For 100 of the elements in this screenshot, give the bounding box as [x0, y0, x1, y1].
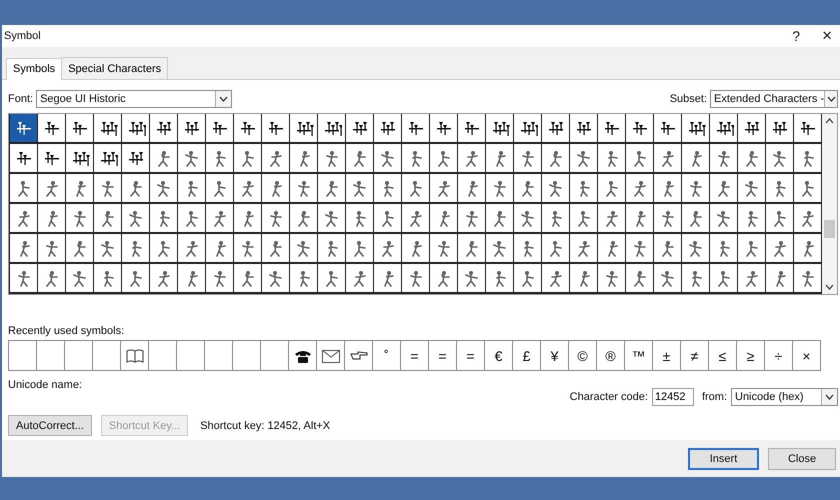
symbol-cell[interactable] [346, 174, 374, 204]
symbol-cell[interactable] [542, 144, 570, 174]
symbol-cell[interactable] [794, 264, 822, 294]
symbol-cell[interactable] [458, 234, 486, 264]
symbol-cell[interactable] [794, 174, 822, 204]
symbol-cell[interactable] [318, 144, 346, 174]
symbol-cell[interactable] [206, 144, 234, 174]
symbol-cell[interactable] [486, 114, 514, 144]
symbol-cell[interactable] [682, 204, 710, 234]
symbol-cell[interactable] [570, 144, 598, 174]
symbol-cell[interactable] [122, 264, 150, 294]
symbol-cell[interactable] [66, 114, 94, 144]
symbol-cell[interactable] [514, 204, 542, 234]
symbol-cell[interactable] [738, 204, 766, 234]
symbol-cell[interactable] [290, 174, 318, 204]
symbol-cell[interactable] [710, 174, 738, 204]
symbol-cell[interactable] [94, 144, 122, 174]
symbol-cell[interactable] [234, 114, 262, 144]
symbol-cell[interactable] [38, 114, 66, 144]
symbol-cell[interactable] [458, 174, 486, 204]
font-dropdown[interactable]: Segoe UI Historic [36, 90, 232, 108]
symbol-cell[interactable] [234, 174, 262, 204]
symbol-cell[interactable] [738, 144, 766, 174]
symbol-cell[interactable] [598, 264, 626, 294]
scrollbar[interactable] [822, 114, 837, 294]
symbol-cell[interactable] [570, 234, 598, 264]
symbol-cell[interactable] [710, 234, 738, 264]
symbol-cell[interactable] [38, 144, 66, 174]
symbol-cell[interactable] [10, 174, 38, 204]
symbol-cell[interactable] [150, 114, 178, 144]
symbol-cell[interactable] [430, 174, 458, 204]
symbol-cell[interactable] [318, 114, 346, 144]
symbol-cell[interactable] [262, 144, 290, 174]
symbol-cell[interactable] [346, 234, 374, 264]
help-button[interactable]: ? [788, 28, 804, 44]
symbol-cell[interactable] [766, 204, 794, 234]
symbol-cell[interactable] [542, 114, 570, 144]
symbol-cell[interactable] [178, 114, 206, 144]
symbol-cell[interactable] [794, 144, 822, 174]
symbol-cell[interactable] [654, 204, 682, 234]
symbol-cell[interactable] [738, 114, 766, 144]
symbol-cell[interactable] [206, 174, 234, 204]
symbol-cell[interactable] [766, 144, 794, 174]
symbol-cell[interactable] [262, 204, 290, 234]
symbol-cell[interactable] [402, 114, 430, 144]
symbol-cell[interactable] [794, 204, 822, 234]
symbol-cell[interactable] [122, 204, 150, 234]
symbol-cell[interactable] [262, 234, 290, 264]
symbol-cell[interactable] [66, 174, 94, 204]
recent-symbol[interactable]: × [793, 341, 820, 370]
encoding-dropdown[interactable]: Unicode (hex) [731, 388, 838, 406]
symbol-cell[interactable] [10, 114, 38, 144]
symbol-cell[interactable] [598, 234, 626, 264]
symbol-cell[interactable] [318, 204, 346, 234]
symbol-cell[interactable] [514, 174, 542, 204]
symbol-cell[interactable] [10, 144, 38, 174]
symbol-cell[interactable] [430, 144, 458, 174]
symbol-cell[interactable] [542, 234, 570, 264]
symbol-cell[interactable] [430, 234, 458, 264]
symbol-cell[interactable] [38, 204, 66, 234]
symbol-cell[interactable] [570, 174, 598, 204]
symbol-cell[interactable] [150, 264, 178, 294]
symbol-cell[interactable] [346, 264, 374, 294]
symbol-cell[interactable] [318, 264, 346, 294]
symbol-cell[interactable] [654, 234, 682, 264]
scroll-thumb[interactable] [824, 220, 835, 238]
symbol-cell[interactable] [570, 264, 598, 294]
symbol-cell[interactable] [682, 144, 710, 174]
symbol-cell[interactable] [766, 174, 794, 204]
symbol-cell[interactable] [94, 114, 122, 144]
symbol-cell[interactable] [598, 114, 626, 144]
symbol-cell[interactable] [458, 204, 486, 234]
symbol-cell[interactable] [206, 204, 234, 234]
symbol-cell[interactable] [122, 114, 150, 144]
symbol-cell[interactable] [682, 174, 710, 204]
symbol-cell[interactable] [486, 174, 514, 204]
subset-dropdown[interactable]: Extended Characters - [710, 90, 838, 108]
symbol-cell[interactable] [66, 234, 94, 264]
symbol-cell[interactable] [234, 144, 262, 174]
symbol-cell[interactable] [514, 264, 542, 294]
character-code-field[interactable]: 12452 [652, 388, 694, 406]
symbol-cell[interactable] [402, 234, 430, 264]
symbol-cell[interactable] [150, 144, 178, 174]
symbol-cell[interactable] [374, 264, 402, 294]
symbol-cell[interactable] [486, 234, 514, 264]
symbol-cell[interactable] [122, 144, 150, 174]
symbol-cell[interactable] [738, 264, 766, 294]
symbol-cell[interactable] [514, 234, 542, 264]
symbol-cell[interactable] [318, 174, 346, 204]
symbol-cell[interactable] [598, 204, 626, 234]
symbol-cell[interactable] [738, 234, 766, 264]
symbol-cell[interactable] [626, 204, 654, 234]
symbol-cell[interactable] [178, 144, 206, 174]
symbol-cell[interactable] [710, 144, 738, 174]
symbol-cell[interactable] [374, 234, 402, 264]
symbol-cell[interactable] [94, 174, 122, 204]
symbol-cell[interactable] [10, 264, 38, 294]
symbol-cell[interactable] [346, 204, 374, 234]
symbol-cell[interactable] [150, 174, 178, 204]
tab[interactable]: Special Characters [61, 57, 168, 79]
